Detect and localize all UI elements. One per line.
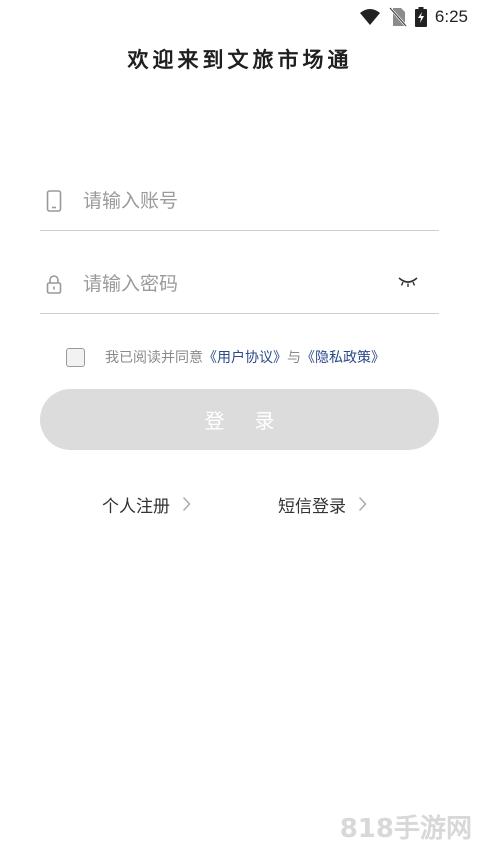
sms-login-label: 短信登录 — [278, 496, 346, 517]
agreement-conjunction: 与 — [287, 350, 301, 366]
battery-charging-icon — [414, 7, 427, 27]
agreement-checkbox[interactable] — [66, 347, 85, 367]
sms-login-link[interactable]: 短信登录 — [278, 492, 367, 517]
agreement-row: 我已阅读并同意 《用户协议》 与 《隐私政策》 — [66, 345, 385, 369]
privacy-policy-link[interactable]: 《隐私政策》 — [301, 347, 385, 367]
user-agreement-link[interactable]: 《用户协议》 — [203, 347, 287, 367]
chevron-right-icon — [358, 496, 367, 512]
no-sim-icon — [388, 7, 407, 27]
register-link[interactable]: 个人注册 — [102, 492, 191, 517]
status-bar: 6:25 — [0, 0, 480, 34]
register-label: 个人注册 — [102, 496, 170, 517]
status-time: 6:25 — [434, 7, 468, 26]
wifi-icon — [359, 8, 381, 26]
account-field — [40, 171, 439, 231]
page-title: 欢迎来到文旅市场通 — [127, 48, 353, 72]
agreement-text: 我已阅读并同意 — [105, 350, 203, 366]
lock-icon — [41, 274, 67, 294]
phone-icon — [41, 189, 67, 212]
chevron-right-icon — [182, 496, 191, 512]
password-input[interactable] — [83, 272, 373, 295]
password-field — [40, 254, 439, 314]
watermark: 818手游网 — [339, 814, 472, 844]
eye-closed-icon[interactable] — [397, 274, 419, 293]
account-input[interactable] — [83, 189, 373, 212]
login-button[interactable]: 登录 — [40, 389, 439, 450]
